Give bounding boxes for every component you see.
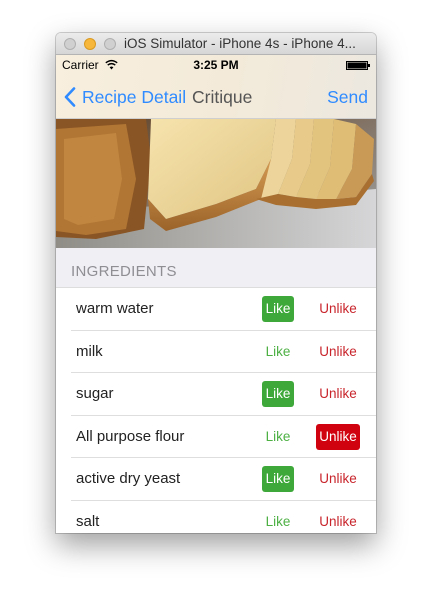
unlike-button[interactable]: Unlike	[316, 296, 360, 322]
ingredient-name: salt	[76, 512, 100, 530]
page-title: Critique	[192, 87, 253, 107]
back-button[interactable]: Recipe Detail	[82, 87, 186, 107]
unlike-button[interactable]: Unlike	[316, 423, 360, 450]
ingredient-row: All purpose flour Like Unlike	[56, 415, 376, 458]
ingredient-row: sugar Like Unlike	[56, 373, 376, 416]
like-button[interactable]: Like	[262, 296, 294, 322]
navigation-bar: Recipe Detail Critique Send	[56, 75, 376, 119]
unlike-button[interactable]: Unlike	[316, 509, 360, 534]
window-title: iOS Simulator - iPhone 4s - iPhone 4...	[124, 36, 356, 51]
header-area: Carrier 3:25 PM Recipe Detail Critique S…	[56, 55, 376, 119]
battery-full-icon	[346, 61, 370, 70]
ingredient-row: active dry yeast Like Unlike	[56, 458, 376, 501]
window-titlebar[interactable]: iOS Simulator - iPhone 4s - iPhone 4...	[56, 33, 376, 55]
status-time: 3:25 PM	[193, 58, 239, 72]
ingredient-row: milk Like Unlike	[56, 330, 376, 373]
desktop-background: iOS Simulator - iPhone 4s - iPhone 4... …	[0, 0, 432, 614]
close-window-button[interactable]	[64, 38, 76, 50]
unlike-button[interactable]: Unlike	[316, 381, 360, 407]
unlike-button[interactable]: Unlike	[316, 339, 360, 365]
ingredients-list: warm water Like Unlike milk Like Unlike …	[56, 288, 376, 533]
like-button[interactable]: Like	[262, 339, 294, 365]
ingredient-row: warm water Like Unlike	[56, 288, 376, 331]
minimize-window-button[interactable]	[84, 38, 96, 50]
zoom-window-button[interactable]	[104, 38, 116, 50]
send-button[interactable]: Send	[327, 87, 368, 107]
device-screen: Carrier 3:25 PM Recipe Detail Critique S…	[56, 55, 376, 533]
like-button[interactable]: Like	[262, 466, 294, 492]
bread-illustration	[56, 119, 376, 248]
section-title: INGREDIENTS	[71, 263, 177, 280]
chevron-left-icon[interactable]	[64, 87, 76, 107]
ingredient-name: active dry yeast	[76, 470, 181, 487]
like-button[interactable]: Like	[262, 381, 294, 407]
simulator-window: iOS Simulator - iPhone 4s - iPhone 4... …	[56, 33, 376, 533]
status-bar: Carrier 3:25 PM	[56, 55, 376, 75]
ingredient-row: salt Like Unlike	[56, 500, 376, 534]
ingredient-name: warm water	[76, 300, 154, 317]
ingredient-name: sugar	[76, 385, 114, 402]
recipe-photo	[56, 119, 376, 248]
like-button[interactable]: Like	[262, 424, 294, 450]
like-button[interactable]: Like	[262, 509, 294, 534]
ingredient-name: milk	[76, 342, 103, 360]
ingredient-name: All purpose flour	[76, 427, 185, 445]
ingredients-section-header: INGREDIENTS	[56, 248, 376, 288]
unlike-button[interactable]: Unlike	[316, 466, 360, 492]
